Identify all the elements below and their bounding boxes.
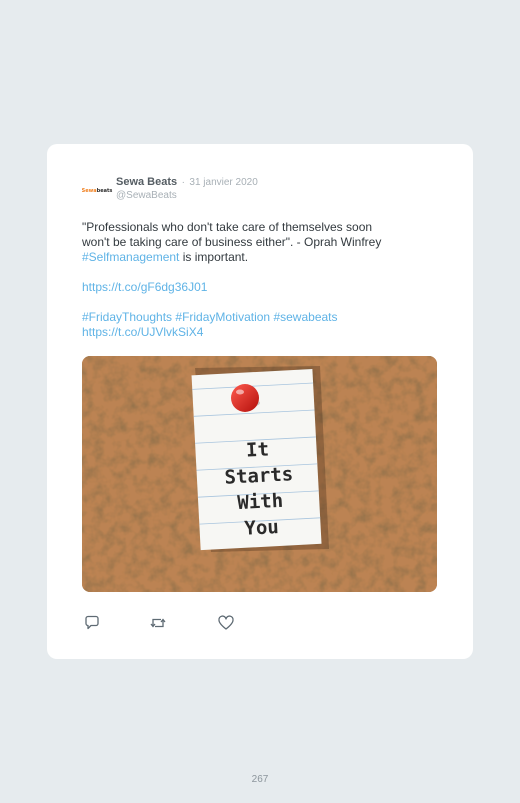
retweet-icon[interactable] [149, 614, 167, 632]
hashtag-friday-motivation[interactable]: #FridayMotivation [175, 310, 270, 324]
quote-line-2: won't be taking care of business either"… [82, 235, 382, 249]
tweet-date[interactable]: 31 janvier 2020 [189, 177, 257, 188]
author-handle[interactable]: @SewaBeats [116, 190, 258, 202]
corkboard-photo: It Starts With You [82, 356, 437, 592]
note-text-line-1: It [246, 438, 270, 461]
header-separator: · [181, 177, 185, 188]
reply-icon[interactable] [83, 614, 101, 632]
author-name[interactable]: Sewa Beats [116, 176, 177, 188]
page-number: 267 [251, 774, 269, 785]
tweet-link-2[interactable]: https://t.co/UJVlvkSiX4 [82, 325, 203, 339]
hashtag-line: #FridayThoughts #FridayMotivation #sewab… [82, 310, 442, 325]
hashtag-sewabeats[interactable]: #sewabeats [273, 310, 337, 324]
tweet-link-1[interactable]: https://t.co/gF6dg36J01 [82, 280, 207, 294]
tweet-header: Sewa Beats · 31 janvier 2020 @SewaBeats [116, 175, 258, 202]
important-text: is important. [179, 250, 249, 264]
hashtag-friday-thoughts[interactable]: #FridayThoughts [82, 310, 172, 324]
hashtag-selfmanagement[interactable]: #Selfmanagement [82, 250, 179, 264]
avatar-text-b: beats [96, 187, 113, 194]
note-text-line-2: Starts [224, 463, 294, 489]
tweet-card: Sewa beats Sewa Beats · 31 janvier 2020 @… [47, 144, 473, 659]
quote-line-1: "Professionals who don't take care of th… [82, 220, 373, 234]
heart-icon[interactable] [217, 614, 235, 632]
quote-line-3: #Selfmanagement is important. [82, 250, 442, 265]
note-text-line-3: With [237, 490, 284, 514]
note-text-line-4: You [244, 516, 279, 540]
tweet-image[interactable]: It Starts With You [82, 356, 437, 592]
avatar-text-a: Sewa [81, 187, 97, 194]
avatar[interactable]: Sewa beats [82, 176, 112, 206]
tweet-text: "Professionals who don't take care of th… [82, 220, 442, 340]
